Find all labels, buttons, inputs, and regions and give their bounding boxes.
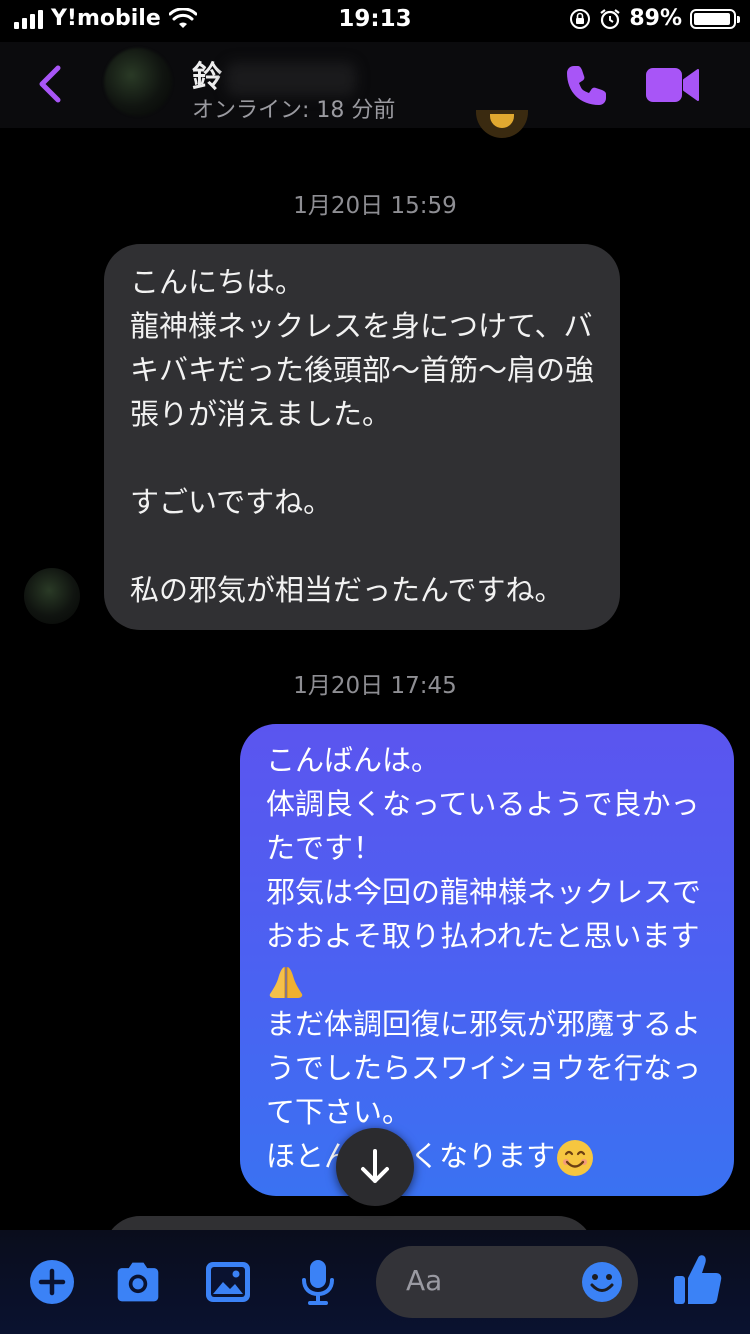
- status-right: 89%: [569, 6, 740, 31]
- message-composer: Aa: [0, 1230, 750, 1334]
- contact-avatar[interactable]: [104, 48, 172, 116]
- previous-message-emoji-peek: [476, 110, 528, 138]
- microphone-icon[interactable]: [294, 1258, 342, 1306]
- gallery-icon[interactable]: [204, 1258, 252, 1306]
- arrow-down-icon: [361, 1149, 389, 1183]
- received-message-bubble[interactable]: こんにちは。 龍神様ネックレスを身につけて、バキバキだった後頭部〜首筋〜肩の強張…: [104, 244, 620, 630]
- sender-avatar[interactable]: [24, 568, 80, 624]
- thumbs-up-icon[interactable]: [672, 1252, 724, 1308]
- message-timestamp: 1月20日 17:45: [293, 673, 457, 699]
- contact-name[interactable]: 鈴: [192, 52, 356, 96]
- battery-percent: 89%: [629, 6, 682, 31]
- online-status: オンライン: 18 分前: [192, 98, 396, 123]
- smile-emoji-icon: [557, 1140, 594, 1176]
- message-input-placeholder: Aa: [406, 1264, 443, 1297]
- contact-name-text: 鈴: [192, 60, 222, 95]
- camera-icon[interactable]: [114, 1258, 162, 1306]
- video-call-icon[interactable]: [644, 64, 700, 106]
- back-chevron-icon[interactable]: [30, 60, 74, 108]
- scroll-to-bottom-button[interactable]: [336, 1128, 414, 1206]
- status-bar: Y!mobile 19:13 89%: [0, 0, 750, 42]
- pray-emoji-icon: [269, 967, 303, 998]
- redaction-blur: [226, 61, 356, 96]
- orientation-lock-icon: [570, 8, 591, 29]
- phone-icon[interactable]: [560, 60, 612, 112]
- chat-header: 鈴 オンライン: 18 分前: [0, 42, 750, 128]
- sent-text-part-2: まだ体調回復に邪気が邪魔するようでしたらスワイショウを行なって下さい。 ほとんど…: [266, 1007, 702, 1173]
- plus-icon[interactable]: [28, 1258, 76, 1306]
- message-timestamp: 1月20日 15:59: [293, 193, 457, 219]
- sent-message-bubble[interactable]: こんばんは。 体調良くなっているようで良かったです！ 邪気は今回の龍神様ネックレ…: [240, 724, 734, 1196]
- message-input[interactable]: Aa: [376, 1246, 638, 1318]
- battery-icon: [690, 8, 740, 29]
- alarm-icon: [600, 8, 620, 29]
- emoji-picker-icon[interactable]: [580, 1260, 624, 1304]
- sent-text-part-1: こんばんは。 体調良くなっているようで良かったです！ 邪気は今回の龍神様ネックレ…: [266, 743, 702, 953]
